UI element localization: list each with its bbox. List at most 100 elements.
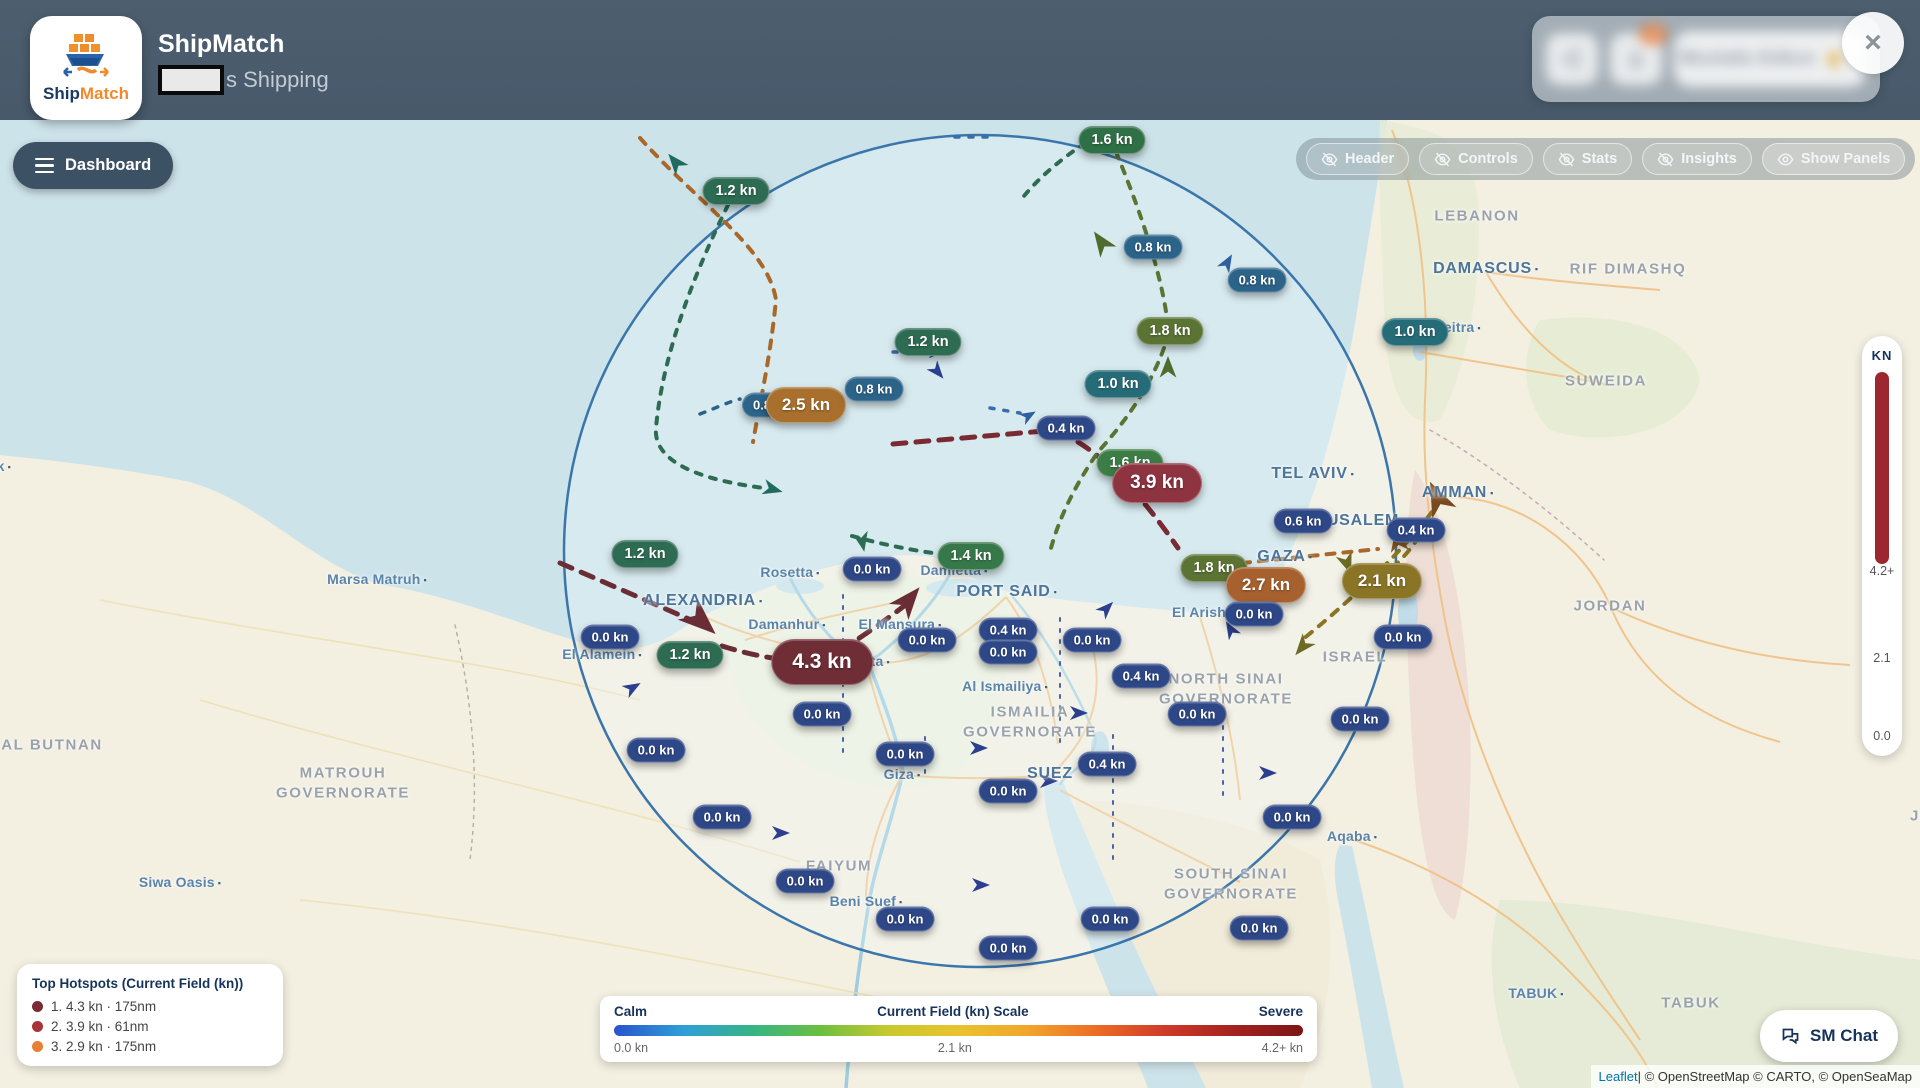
place-marker-dot: ▪ bbox=[1490, 488, 1494, 498]
current-speed-badge[interactable]: 0.0 kn bbox=[979, 936, 1038, 961]
current-speed-badge[interactable]: 0.0 kn bbox=[1331, 707, 1390, 732]
place-name: MATROUH GOVERNORATE bbox=[276, 765, 410, 802]
toolbar-button-insights[interactable]: Insights bbox=[1642, 143, 1752, 175]
current-speed-badge[interactable]: 1.2 kn bbox=[611, 540, 678, 568]
current-speed-badge[interactable]: 0.0 kn bbox=[1374, 625, 1433, 650]
current-speed-badge[interactable]: 1.2 kn bbox=[656, 641, 723, 669]
place-marker-dot: ▪ bbox=[917, 770, 920, 780]
scale-tick-mid: 2.1 kn bbox=[938, 1041, 972, 1055]
hotspot-text: 1. 4.3 kn · 175nm bbox=[51, 999, 156, 1014]
current-speed-badge[interactable]: 0.0 kn bbox=[1081, 907, 1140, 932]
current-speed-badge[interactable]: 0.4 kn bbox=[1387, 518, 1446, 543]
current-speed-badge[interactable]: 0.8 kn bbox=[1228, 268, 1287, 293]
toolbar-button-header[interactable]: Header bbox=[1306, 143, 1409, 175]
place-marker-dot: ▪ bbox=[822, 620, 825, 630]
place-name: El Arish bbox=[1172, 604, 1226, 620]
notifications-button[interactable]: 16 bbox=[1610, 33, 1662, 85]
map-label-el-arish: El Arish bbox=[1172, 604, 1226, 620]
dashboard-label: Dashboard bbox=[65, 156, 151, 175]
place-marker-dot: ▪ bbox=[1560, 989, 1563, 999]
map-label-aqaba: Aqaba▪ bbox=[1327, 828, 1377, 844]
title-block: ShipMatch s Shipping bbox=[158, 30, 329, 95]
current-speed-badge[interactable]: 4.3 kn bbox=[771, 639, 873, 685]
place-name: SOUTH SINAI GOVERNORATE bbox=[1164, 866, 1298, 903]
hotspots-list: 1. 4.3 kn · 175nm2. 3.9 kn · 61nm3. 2.9 … bbox=[32, 999, 268, 1054]
place-name: ISMAILIA GOVERNORATE bbox=[963, 704, 1097, 741]
kn-tick-max: 4.2+ bbox=[1862, 564, 1902, 578]
hamburger-icon bbox=[35, 158, 54, 174]
place-name: Marsa Matruh bbox=[327, 571, 420, 587]
map-label-amman: AMMAN▪ bbox=[1422, 484, 1494, 502]
map-label-tobruk: Tobruk▪ bbox=[0, 458, 11, 474]
current-speed-badge[interactable]: 0.0 kn bbox=[581, 625, 640, 650]
current-speed-badge[interactable]: 2.5 kn bbox=[766, 387, 846, 423]
current-speed-badge[interactable]: 0.8 kn bbox=[845, 377, 904, 402]
place-name: TABUK bbox=[1508, 985, 1557, 1001]
map-label-jordan: JORDAN bbox=[1574, 596, 1647, 616]
app-header: ShipMatch ShipMatch s Shipping 16 Mustaf… bbox=[0, 0, 1920, 120]
current-speed-badge[interactable]: 0.0 kn bbox=[898, 628, 957, 653]
current-speed-badge[interactable]: 0.0 kn bbox=[1063, 628, 1122, 653]
current-speed-badge[interactable]: 0.0 kn bbox=[979, 640, 1038, 665]
map-label-rif-dimashq: RIF DIMASHQ bbox=[1570, 259, 1687, 279]
current-speed-badge[interactable]: 2.7 kn bbox=[1226, 567, 1306, 603]
place-marker-dot: ▪ bbox=[816, 568, 819, 578]
toolbar-button-controls[interactable]: Controls bbox=[1419, 143, 1533, 175]
current-speed-badge[interactable]: 1.2 kn bbox=[702, 177, 769, 205]
place-name: TEL AVIV bbox=[1271, 465, 1347, 482]
crown-icon: ♛ bbox=[1825, 47, 1843, 72]
current-speed-badge[interactable]: 0.0 kn bbox=[627, 738, 686, 763]
eye-off-icon bbox=[1434, 151, 1451, 168]
share-button[interactable] bbox=[1546, 33, 1598, 85]
current-speed-badge[interactable]: 1.4 kn bbox=[937, 542, 1004, 570]
current-speed-badge[interactable]: 0.4 kn bbox=[1112, 664, 1171, 689]
place-name: JORDAN bbox=[1574, 597, 1647, 614]
current-speed-badge[interactable]: 0.0 kn bbox=[693, 805, 752, 830]
place-marker-dot: ▪ bbox=[1309, 552, 1313, 562]
dashboard-button[interactable]: Dashboard bbox=[13, 142, 173, 189]
current-speed-badge[interactable]: 0.0 kn bbox=[876, 742, 935, 767]
current-speed-badge[interactable]: 2.1 kn bbox=[1342, 563, 1422, 599]
current-speed-badge[interactable]: 1.8 kn bbox=[1136, 317, 1203, 345]
subtitle: s Shipping bbox=[158, 65, 329, 95]
current-speed-badge[interactable]: 0.8 kn bbox=[1124, 235, 1183, 260]
place-name: TABUK bbox=[1661, 994, 1720, 1011]
map-label-gaza: GAZA▪ bbox=[1257, 548, 1313, 566]
current-speed-badge[interactable]: 0.4 kn bbox=[1037, 416, 1096, 441]
map-label-al-ismailiya: Al Ismailiya▪ bbox=[962, 678, 1048, 694]
eye-icon bbox=[1777, 151, 1794, 168]
hotspot-item: 1. 4.3 kn · 175nm bbox=[32, 999, 268, 1014]
current-speed-badge[interactable]: 0.0 kn bbox=[793, 702, 852, 727]
current-speed-badge[interactable]: 0.0 kn bbox=[843, 557, 902, 582]
current-speed-badge[interactable]: 1.0 kn bbox=[1381, 318, 1448, 346]
current-speed-badge[interactable]: 0.0 kn bbox=[1168, 702, 1227, 727]
place-name: AMMAN bbox=[1422, 484, 1487, 501]
place-name: GAZA bbox=[1257, 548, 1306, 565]
sm-chat-button[interactable]: SM Chat bbox=[1760, 1010, 1898, 1062]
current-speed-badge[interactable]: 1.2 kn bbox=[894, 328, 961, 356]
chat-icon bbox=[1780, 1026, 1801, 1047]
current-speed-badge[interactable]: 0.0 kn bbox=[1225, 602, 1284, 627]
toolbar-button-show-panels[interactable]: Show Panels bbox=[1762, 143, 1905, 175]
place-marker-dot: ▪ bbox=[1477, 323, 1480, 333]
current-speed-badge[interactable]: 0.0 kn bbox=[1230, 916, 1289, 941]
current-speed-badge[interactable]: 0.0 kn bbox=[1263, 805, 1322, 830]
current-speed-badge[interactable]: 0.0 kn bbox=[979, 779, 1038, 804]
current-speed-badge[interactable]: 3.9 kn bbox=[1112, 463, 1202, 503]
current-speed-badge[interactable]: 0.4 kn bbox=[1078, 752, 1137, 777]
current-speed-badge[interactable]: 0.0 kn bbox=[776, 869, 835, 894]
close-panel-button[interactable]: × bbox=[1842, 12, 1904, 74]
current-speed-badge[interactable]: 0.0 kn bbox=[876, 907, 935, 932]
hotspot-dot bbox=[32, 1001, 43, 1012]
leaflet-link[interactable]: Leaflet bbox=[1599, 1069, 1638, 1084]
user-menu[interactable]: Mustafa Gökce ♛ ▾ bbox=[1674, 31, 1866, 87]
map-label-al-jawf: AL JAWF bbox=[1910, 787, 1920, 826]
current-speed-badge[interactable]: 1.6 kn bbox=[1078, 126, 1145, 154]
hotspot-dot bbox=[32, 1041, 43, 1052]
eye-off-icon bbox=[1321, 151, 1338, 168]
current-speed-badge[interactable]: 1.0 kn bbox=[1084, 370, 1151, 398]
current-speed-badge[interactable]: 0.6 kn bbox=[1274, 509, 1333, 534]
map-label-suez: SUEZ bbox=[1027, 765, 1073, 783]
place-name: PORT SAID bbox=[956, 583, 1050, 600]
toolbar-button-stats[interactable]: Stats bbox=[1543, 143, 1632, 175]
